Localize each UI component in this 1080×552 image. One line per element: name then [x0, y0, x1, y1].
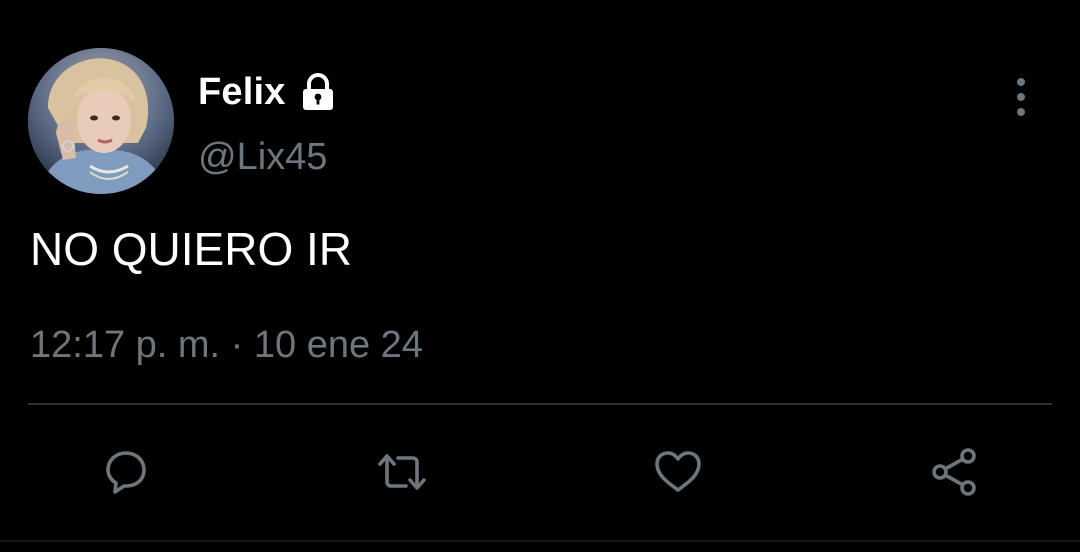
tweet-detail: Felix @Lix45 NO QUIERO IR 12:17 p. m. · … [0, 0, 1080, 552]
retweet-button[interactable] [370, 440, 434, 504]
avatar[interactable] [28, 48, 174, 194]
heart-icon [655, 451, 701, 492]
display-name[interactable]: Felix [198, 71, 286, 114]
share-button[interactable] [922, 440, 986, 504]
more-options-button[interactable] [1000, 72, 1042, 122]
lock-icon [296, 70, 340, 114]
like-button[interactable] [646, 440, 710, 504]
tweet-timestamp[interactable]: 12:17 p. m. · 10 ene 24 [30, 324, 423, 367]
share-icon [932, 448, 976, 496]
reply-icon [106, 451, 146, 494]
divider [28, 403, 1052, 405]
author-name-row[interactable]: Felix [198, 66, 340, 118]
reply-button[interactable] [94, 440, 158, 504]
author-handle[interactable]: @Lix45 [198, 136, 327, 179]
more-vertical-icon [1017, 78, 1025, 116]
tweet-text: NO QUIERO IR [30, 223, 353, 275]
bottom-divider [0, 540, 1080, 542]
retweet-icon [378, 454, 426, 490]
avatar-image [28, 48, 174, 194]
